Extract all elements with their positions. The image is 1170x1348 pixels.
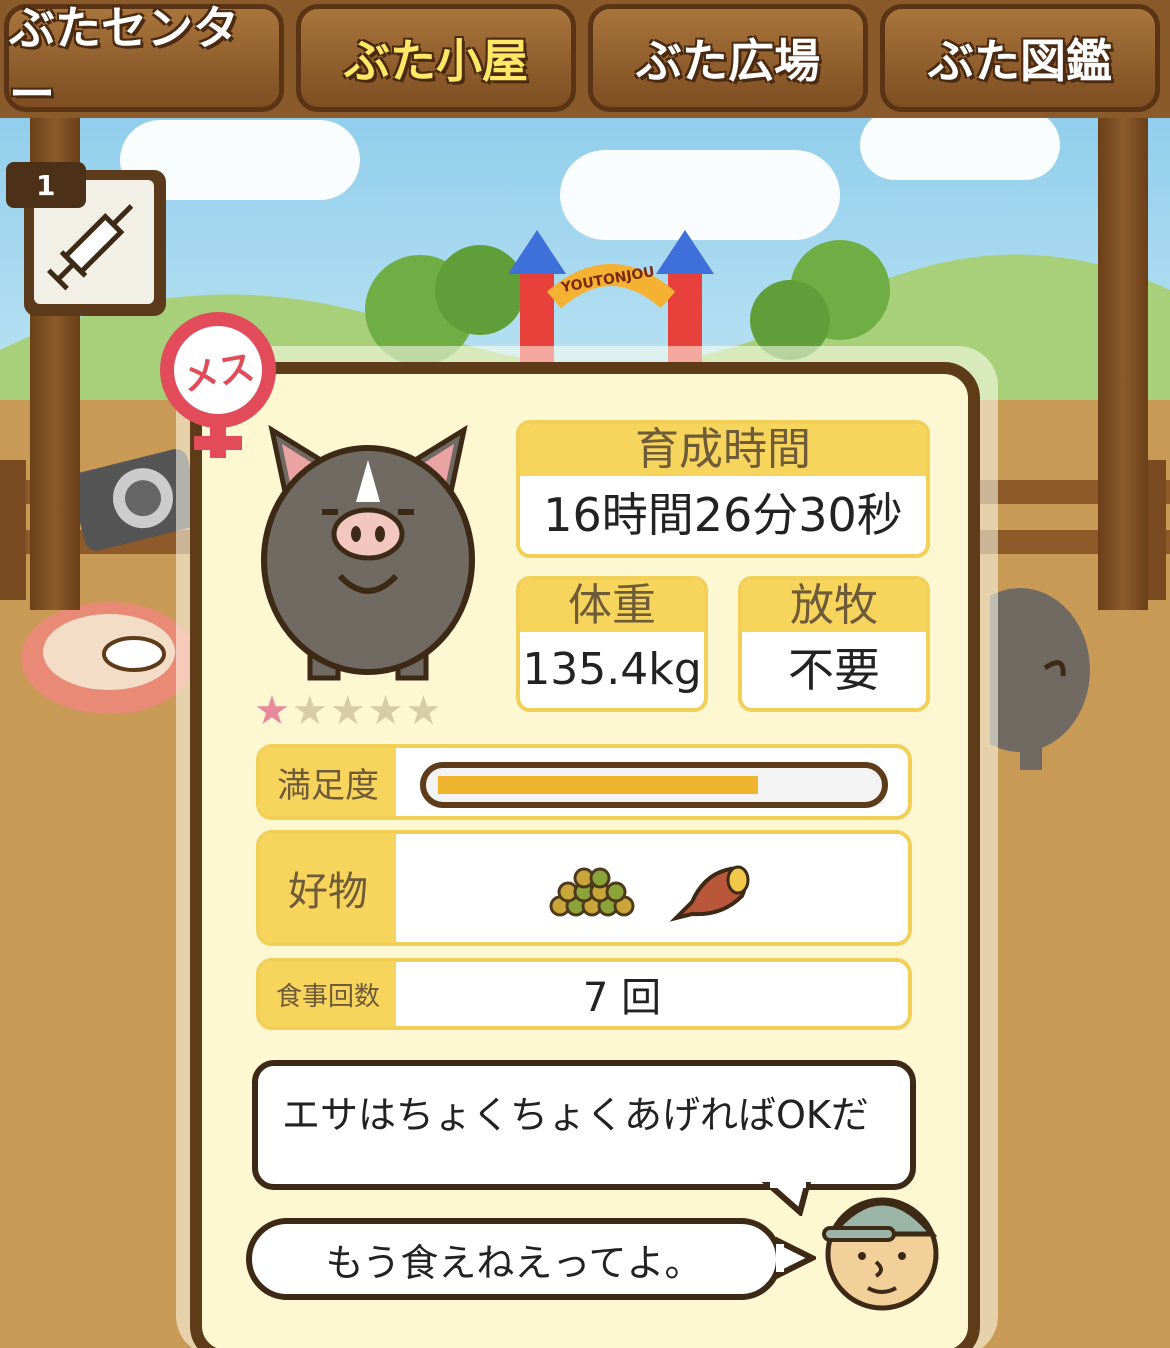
pig-portrait [261, 424, 475, 681]
star-empty-icon: ★ [291, 688, 330, 734]
tip-text: エサはちょくちょくあげればOKだ [282, 1093, 869, 1137]
rating-stars: ★★★★★ [254, 688, 443, 734]
satisfaction-bar [420, 762, 888, 808]
weight-box: 体重 135.4kg [516, 576, 708, 712]
weight-value: 135.4kg [522, 644, 702, 695]
pig-comment-tail [776, 1236, 816, 1280]
game-scene: YOUTONJOU ぶたセンター ぶた小屋 ぶた広場 ぶた図鑑 1 メス ★★★… [0, 0, 1170, 1348]
satisfaction-row: 満足度 [256, 744, 912, 820]
farmer-avatar [822, 1197, 939, 1311]
star-filled-icon: ★ [254, 688, 292, 734]
meal-count-value: 7 回 [582, 975, 662, 1021]
grazing-box: 放牧 不要 [738, 576, 930, 712]
satisfaction-bar-fill [438, 776, 758, 794]
grazing-label: 放牧 [742, 580, 926, 632]
grazing-value: 不要 [788, 643, 880, 697]
beans-icon [549, 867, 635, 917]
star-empty-icon: ★ [329, 688, 368, 734]
tab-buta-zukan[interactable]: ぶた図鑑 [880, 4, 1160, 112]
favorites-label: 好物 [260, 834, 396, 942]
star-empty-icon: ★ [405, 688, 444, 734]
tab-buta-center[interactable]: ぶたセンター [4, 1, 284, 121]
growth-time-label: 育成時間 [520, 424, 926, 476]
growth-time-box: 育成時間 16時間26分30秒 [516, 420, 930, 558]
tab-buta-hiroba[interactable]: ぶた広場 [588, 4, 868, 112]
tab-buta-koya[interactable]: ぶた小屋 [296, 4, 576, 112]
favorites-row: 好物 [256, 830, 912, 946]
tip-bubble: エサはちょくちょくあげればOKだ [252, 1060, 916, 1190]
growth-time-value: 16時間26分30秒 [543, 488, 903, 542]
sweet-potato-icon [669, 865, 750, 922]
wood-post-right [1098, 110, 1148, 610]
tip-bubble-tail [761, 1182, 812, 1216]
satisfaction-label: 満足度 [260, 748, 396, 816]
pig-comment-text: もう食えねえってよ。 [325, 1240, 703, 1285]
weight-label: 体重 [520, 580, 704, 632]
item-count-badge: 1 [6, 162, 86, 208]
pig-comment-bubble: もう食えねえってよ。 [246, 1218, 782, 1300]
background-pig [990, 588, 1090, 770]
meal-count-row: 食事回数 7 回 [256, 958, 912, 1030]
star-empty-icon: ★ [367, 688, 406, 734]
